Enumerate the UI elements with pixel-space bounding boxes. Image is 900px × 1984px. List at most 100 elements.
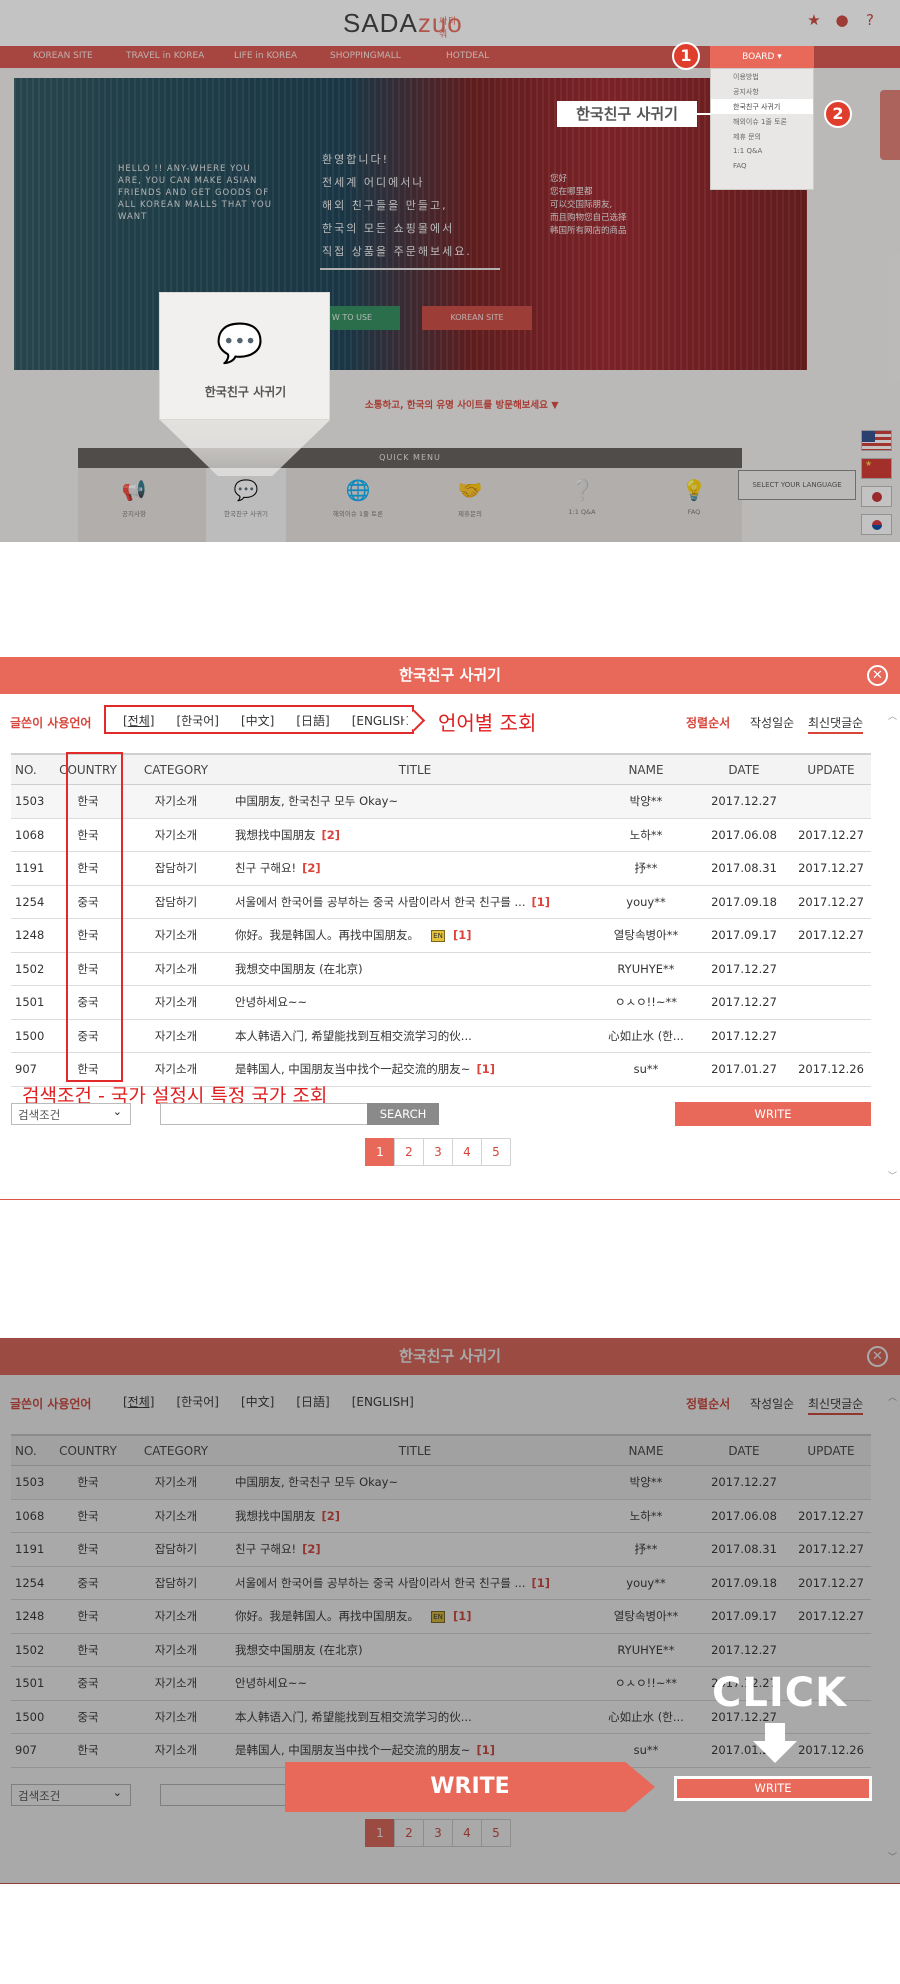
page-2[interactable]: 2 (394, 1819, 424, 1847)
select-language-label[interactable]: SELECT YOUR LANGUAGE (738, 470, 856, 500)
post-title[interactable]: 你好。我是韩国人。再找中国朋友。 (235, 1609, 419, 1623)
nav-life[interactable]: LIFE in KOREA (234, 51, 297, 61)
board-menu-item[interactable]: 이용방법 (711, 69, 813, 84)
post-title[interactable]: 서울에서 한국어를 공부하는 중국 사람이라서 한국 친구를 ... (235, 895, 525, 909)
post-title-cell[interactable]: 서울에서 한국어를 공부하는 중국 사람이라서 한국 친구를 ... [1] (235, 1575, 600, 1591)
table-row[interactable]: 1503 한국 자기소개 中国朋友, 한국친구 모두 Okay~ 박양** 2017.12… (11, 1466, 871, 1500)
page-4[interactable]: 4 (452, 1819, 482, 1847)
post-title[interactable]: 我想找中国朋友 (235, 828, 316, 842)
post-title[interactable]: 我想交中国朋友 (在北京) (235, 962, 363, 976)
sort-by-date[interactable]: 작성일순 (750, 714, 794, 731)
filter-english[interactable]: [ENGLISH] (352, 1395, 414, 1409)
close-icon[interactable]: ✕ (867, 665, 888, 686)
quick-partnership[interactable]: 🤝 제휴문의 (430, 478, 510, 518)
post-title[interactable]: 서울에서 한국어를 공부하는 중국 사람이라서 한국 친구를 ... (235, 1576, 525, 1590)
quick-friends[interactable]: 💬 한국친구 사귀기 (206, 468, 286, 542)
post-title[interactable]: 안녕하세요~~ (235, 1676, 307, 1690)
post-title[interactable]: 是韩国人, 中国朋友当中找个一起交流的朋友~ (235, 1062, 470, 1076)
quick-faq[interactable]: 💡 FAQ (654, 478, 734, 516)
post-title-cell[interactable]: 你好。我是韩国人。再找中国朋友。 EN [1] (235, 927, 600, 943)
nav-shoppingmall[interactable]: SHOPPINGMALL (330, 51, 401, 61)
page-2[interactable]: 2 (394, 1138, 424, 1166)
post-title-cell[interactable]: 서울에서 한국어를 공부하는 중국 사람이라서 한국 친구를 ... [1] (235, 894, 600, 910)
search-input[interactable] (160, 1103, 368, 1125)
post-title[interactable]: 本人韩语入门, 希望能找到互相交流学习的伙... (235, 1710, 472, 1724)
table-row[interactable]: 1501 중국 자기소개 안녕하세요~~ ㅇㅅㅇ!!~** 2017.12.27 (11, 986, 871, 1020)
post-title-cell[interactable]: 你好。我是韩国人。再找中国朋友。 EN [1] (235, 1608, 600, 1624)
table-row[interactable]: 1502 한국 자기소개 我想交中国朋友 (在北京) RYUHYE** 2017.12.2… (11, 953, 871, 986)
post-title-cell[interactable]: 中国朋友, 한국친구 모두 Okay~ (235, 1474, 600, 1490)
nav-hotdeal[interactable]: HOTDEAL (446, 51, 489, 61)
page-5[interactable]: 5 (481, 1138, 511, 1166)
write-button[interactable]: WRITE (675, 1102, 871, 1126)
write-button-highlighted[interactable]: WRITE (674, 1776, 872, 1801)
post-title-cell[interactable]: 친구 구해요! [2] (235, 1541, 600, 1557)
nav-travel[interactable]: TRAVEL in KOREA (126, 51, 204, 61)
post-title-cell[interactable]: 本人韩语入门, 希望能找到互相交流学习的伙... (235, 1028, 600, 1044)
quick-debate[interactable]: 🌐 해외이슈 1줄 토론 (318, 478, 398, 518)
filter-korean[interactable]: [한국어] (176, 1393, 218, 1410)
quick-qna[interactable]: ❔ 1:1 Q&A (542, 478, 622, 516)
search-button[interactable]: SEARCH (367, 1103, 439, 1125)
page-4[interactable]: 4 (452, 1138, 482, 1166)
flag-jp-icon[interactable] (861, 486, 892, 507)
page-3[interactable]: 3 (423, 1819, 453, 1847)
user-icon[interactable]: ● (834, 12, 850, 28)
post-title-cell[interactable]: 是韩国人, 中国朋友当中找个一起交流的朋友~ [1] (235, 1061, 600, 1077)
board-menu-item[interactable]: FAQ (711, 159, 813, 174)
scrollbar[interactable]: ︿ ﹀ (888, 709, 897, 1189)
page-1[interactable]: 1 (365, 1819, 395, 1847)
quick-notice[interactable]: 📢 공지사항 (94, 478, 174, 518)
sort-by-date[interactable]: 작성일순 (750, 1395, 794, 1412)
post-title[interactable]: 我想找中国朋友 (235, 1509, 316, 1523)
page-3[interactable]: 3 (423, 1138, 453, 1166)
side-tab[interactable] (880, 90, 900, 160)
table-row[interactable]: 1254 중국 잡담하기 서울에서 한국어를 공부하는 중국 사람이라서 한국 친구를… (11, 886, 871, 919)
board-menu-item[interactable]: 제휴 문의 (711, 129, 813, 144)
post-title[interactable]: 本人韩语入门, 希望能找到互相交流学习的伙... (235, 1029, 472, 1043)
favorite-star-icon[interactable]: ★ (806, 12, 822, 28)
post-title[interactable]: 中国朋友, 한국친구 모두 Okay~ (235, 794, 398, 808)
filter-japanese[interactable]: [日語] (296, 1393, 329, 1410)
nav-board[interactable]: BOARD ▾ (710, 46, 814, 68)
flag-kr-icon[interactable] (861, 514, 892, 535)
post-title-cell[interactable]: 我想交中国朋友 (在北京) (235, 961, 600, 977)
sort-by-latest-comment[interactable]: 최신댓글순 (808, 714, 864, 734)
post-title[interactable]: 是韩国人, 中国朋友当中找个一起交流的朋友~ (235, 1743, 470, 1757)
post-title-cell[interactable]: 我想交中国朋友 (在北京) (235, 1642, 600, 1658)
logo[interactable]: SADAzuo 싸다줘 (343, 8, 463, 39)
post-title-cell[interactable]: 是韩国人, 中国朋友当中找个一起交流的朋友~ [1] (235, 1742, 600, 1758)
search-condition-select[interactable]: 검색조건 ⌄ (11, 1103, 131, 1125)
filter-all[interactable]: [전체] (123, 1393, 154, 1410)
close-icon[interactable]: ✕ (867, 1346, 888, 1367)
sort-by-latest-comment[interactable]: 최신댓글순 (808, 1395, 864, 1415)
post-title[interactable]: 你好。我是韩国人。再找中国朋友。 (235, 928, 419, 942)
page-1[interactable]: 1 (365, 1138, 395, 1166)
flag-us-icon[interactable] (861, 430, 892, 451)
table-row[interactable]: 1500 중국 자기소개 本人韩语入门, 希望能找到互相交流学习的伙... 心如止水 (… (11, 1020, 871, 1053)
flag-cn-icon[interactable]: ★ (861, 458, 892, 479)
board-menu-item[interactable]: 공지사항 (711, 84, 813, 99)
post-title[interactable]: 中国朋友, 한국친구 모두 Okay~ (235, 1475, 398, 1489)
scrollbar[interactable]: ︿ ﹀ (888, 1390, 897, 1870)
table-row[interactable]: 1191 한국 잡담하기 친구 구해요! [2] 抒** 2017.08.31 2017.12… (11, 1533, 871, 1567)
focus-tile-friends[interactable]: 💬 한국친구 사귀기 (159, 292, 330, 420)
post-title[interactable]: 안녕하세요~~ (235, 995, 307, 1009)
post-title-cell[interactable]: 친구 구해요! [2] (235, 860, 600, 876)
help-icon[interactable]: ? (862, 12, 878, 28)
board-menu-item-friends[interactable]: 한국친구 사귀기 (711, 99, 813, 114)
table-row[interactable]: 1068 한국 자기소개 我想找中国朋友 [2] 노하** 2017.06.08 2017.1… (11, 1500, 871, 1533)
filter-chinese[interactable]: [中文] (241, 1393, 274, 1410)
page-5[interactable]: 5 (481, 1819, 511, 1847)
post-title-cell[interactable]: 本人韩语入门, 希望能找到互相交流学习的伙... (235, 1709, 600, 1725)
table-row[interactable]: 1503 한국 자기소개 中国朋友, 한국친구 모두 Okay~ 박양** 2017.12… (11, 785, 871, 819)
nav-korean-site[interactable]: KOREAN SITE (33, 51, 93, 61)
post-title-cell[interactable]: 안녕하세요~~ (235, 994, 600, 1010)
post-title-cell[interactable]: 中国朋友, 한국친구 모두 Okay~ (235, 793, 600, 809)
board-menu-item[interactable]: 해외이슈 1줄 토론 (711, 114, 813, 129)
post-title[interactable]: 친구 구해요! (235, 861, 296, 875)
table-row[interactable]: 1254 중국 잡담하기 서울에서 한국어를 공부하는 중국 사람이라서 한국 친구를… (11, 1567, 871, 1600)
board-menu-item[interactable]: 1:1 Q&A (711, 144, 813, 159)
korean-site-button[interactable]: KOREAN SITE (422, 306, 532, 330)
table-row[interactable]: 1068 한국 자기소개 我想找中国朋友 [2] 노하** 2017.06.08 2017.1… (11, 819, 871, 852)
